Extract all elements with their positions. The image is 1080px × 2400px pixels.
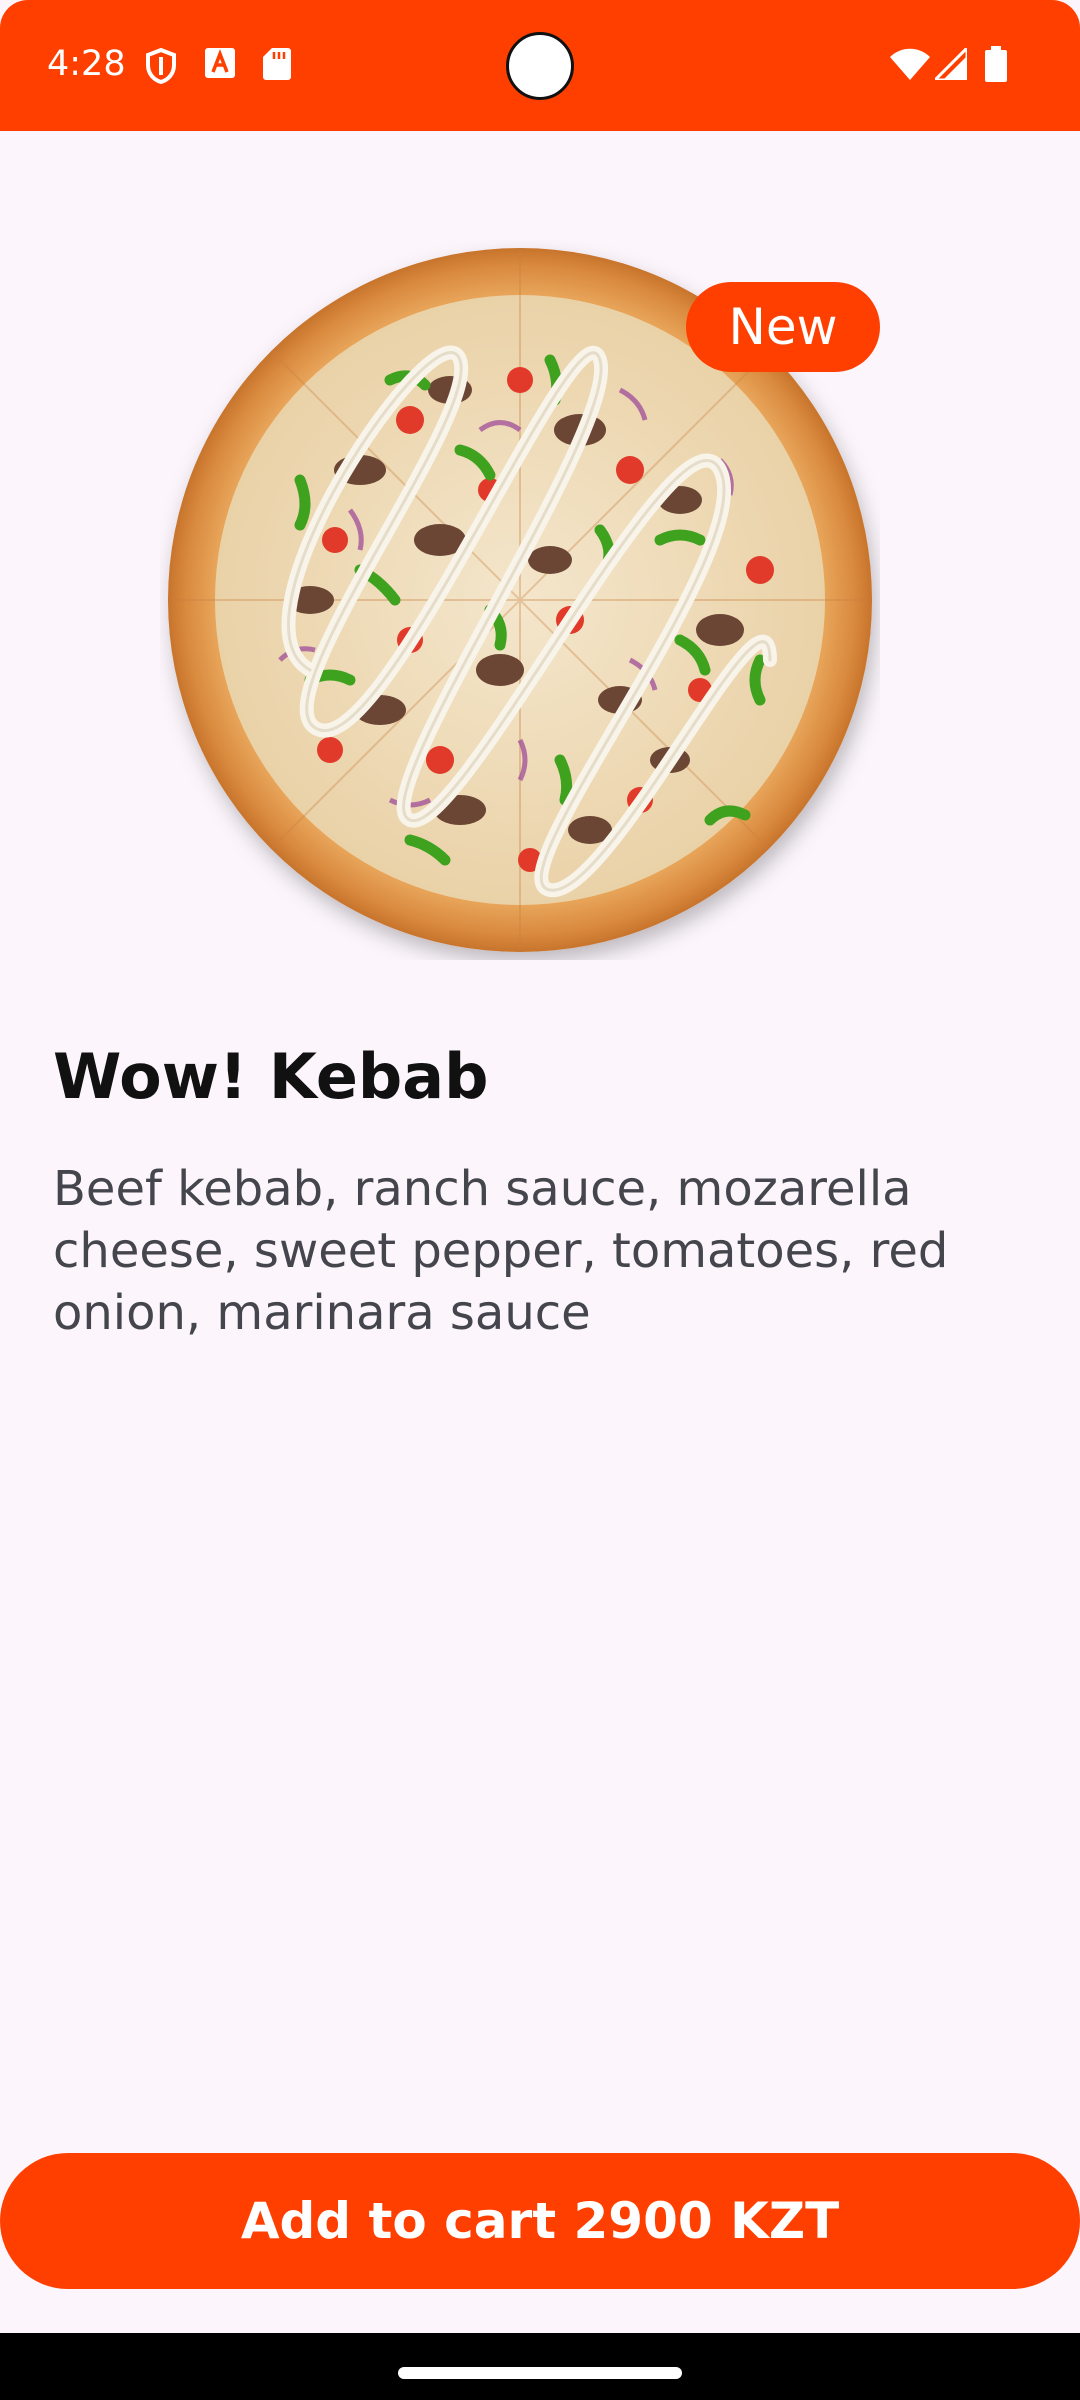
status-bar: 4:28 — [0, 0, 1080, 131]
add-to-cart-button[interactable]: Add to cart 2900 KZT — [0, 2153, 1080, 2289]
battery-icon — [985, 46, 1007, 87]
camera-cutout — [506, 32, 574, 100]
home-indicator[interactable] — [398, 2367, 682, 2379]
cell-signal-icon — [931, 44, 969, 85]
a-box-icon — [205, 48, 235, 83]
shield-icon — [145, 47, 177, 89]
product-screen: 4:28 New Wow! Kebab Beef kebab, ranch sa… — [0, 0, 1080, 2400]
status-time: 4:28 — [47, 44, 126, 84]
product-title: Wow! Kebab — [53, 1040, 489, 1113]
sd-card-icon — [263, 48, 291, 85]
product-description: Beef kebab, ranch sauce, mozarella chees… — [53, 1161, 949, 1341]
new-badge: New — [686, 282, 880, 372]
wifi-icon — [890, 48, 930, 85]
